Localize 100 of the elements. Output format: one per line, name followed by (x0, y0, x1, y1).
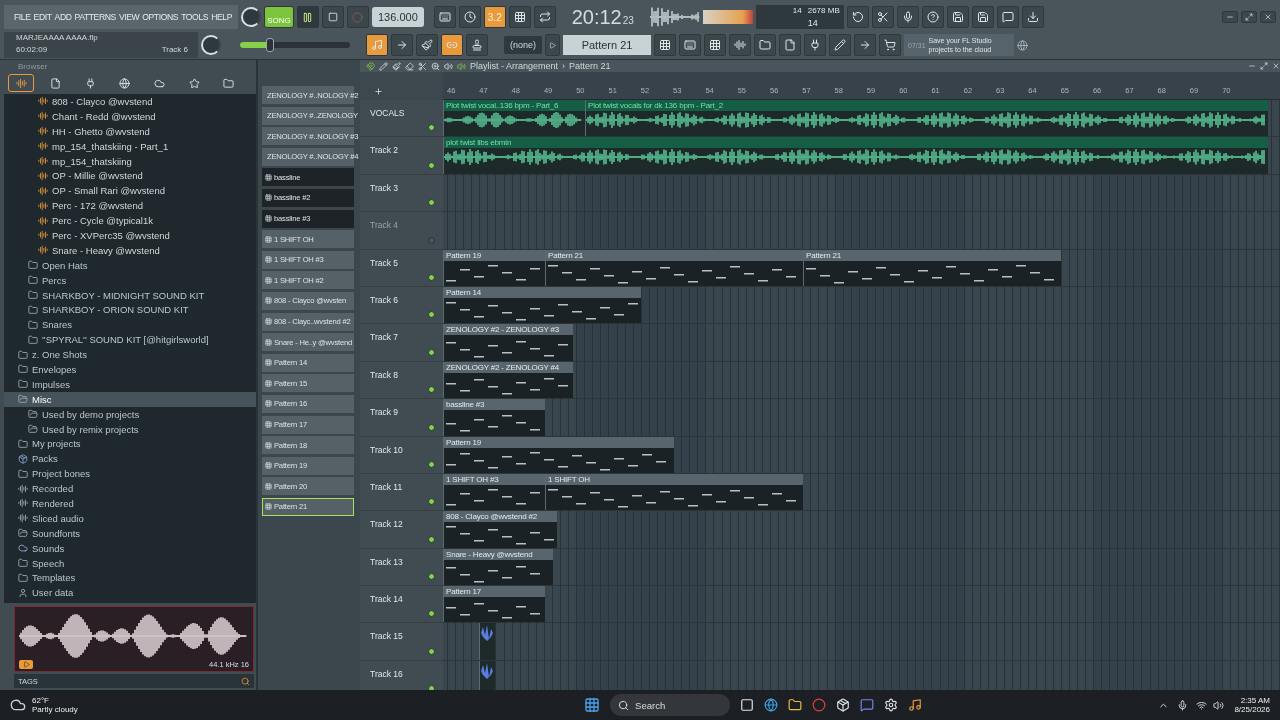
playlist-clip[interactable]: plot twist libs ebmin (443, 137, 1268, 174)
track-header[interactable]: Track 13 (360, 548, 443, 587)
browser-item[interactable]: Misc (4, 391, 256, 407)
track-header[interactable]: VOCALS (360, 100, 443, 138)
track-header[interactable]: Track 12 (360, 511, 443, 549)
browser-item[interactable]: mp_154_thatskiing - Part_1 (4, 138, 256, 154)
track-header[interactable]: Track 15 (360, 623, 443, 661)
toggle-button[interactable] (433, 6, 456, 28)
chat-button[interactable] (996, 6, 1019, 28)
browser-button[interactable] (754, 34, 776, 56)
browser-item[interactable]: My projects (4, 436, 256, 452)
menu-item[interactable]: HELP (211, 12, 232, 22)
browser-item[interactable]: Recorded (4, 481, 256, 497)
playlist-clip[interactable]: Pattern 21 (545, 249, 803, 286)
mute-led-icon[interactable] (428, 610, 435, 618)
track-header[interactable]: Track 4 (360, 212, 443, 250)
mute-led-icon[interactable] (428, 535, 435, 543)
mute-led-icon[interactable] (428, 124, 435, 132)
browser-item[interactable]: Snares (4, 317, 256, 333)
minimize-button[interactable] (1222, 11, 1238, 23)
browser-item[interactable]: User data (4, 585, 256, 601)
playlist-clip[interactable]: 1 SHIFT OH (545, 473, 803, 511)
toggle-button[interactable] (458, 6, 481, 28)
mute-led-icon[interactable] (428, 386, 435, 394)
snap-dropdown[interactable]: (none) (504, 36, 542, 54)
playlist-clip[interactable]: ZENOLOGY #2 - ZENOLOGY #3 (443, 324, 573, 361)
menu-item[interactable]: VIEW (118, 12, 140, 22)
tool-button[interactable] (466, 34, 488, 56)
track-header[interactable]: Track 14 (360, 586, 443, 624)
track-header[interactable]: Track 6 (360, 286, 443, 325)
browser-item[interactable]: Open Hats (4, 257, 256, 273)
playlist-clip[interactable] (479, 660, 495, 690)
save-button[interactable] (946, 6, 969, 28)
browser-item[interactable]: Used by remix projects (4, 421, 256, 437)
track-header[interactable]: Track 16 (360, 660, 443, 690)
mute-led-icon[interactable] (428, 647, 435, 655)
tool-button[interactable] (366, 34, 388, 56)
undo-button[interactable] (846, 6, 869, 28)
playlist-clip[interactable]: Plot twist vocal..136 bpm - Part_6 (443, 100, 585, 137)
menu-item[interactable]: OPTIONS (142, 12, 179, 22)
playlist-clip[interactable]: Pattern 19 (443, 249, 545, 286)
browser-item[interactable]: OP - Small Rari @wvstend (4, 183, 256, 199)
mute-led-icon[interactable] (428, 311, 435, 319)
knob-icon[interactable] (201, 35, 221, 55)
download-button[interactable] (1021, 6, 1044, 28)
browser-item[interactable]: Perc - 172 @wvstend (4, 198, 256, 214)
tool-button[interactable] (416, 34, 438, 56)
browser-item[interactable]: HH - Ghetto @wvstend (4, 123, 256, 139)
menu-item[interactable]: ADD (54, 12, 72, 22)
track-header[interactable]: Track 10 (360, 436, 443, 474)
previous-pattern-button[interactable] (545, 34, 560, 56)
browser-item[interactable]: Perc - Cycle @typical1k (4, 213, 256, 228)
browser-item[interactable]: Sliced audio (4, 510, 256, 526)
track-header[interactable]: Track 3 (360, 174, 443, 213)
playlist-button[interactable] (654, 34, 676, 56)
save-as-button[interactable] (971, 6, 994, 28)
browser-item[interactable]: SHARKBOY - MIDNIGHT SOUND KIT (4, 287, 256, 303)
track-header[interactable]: Track 7 (360, 324, 443, 362)
all-tab[interactable] (8, 74, 34, 92)
browser-item[interactable]: Snare - Heavy @wvstend (4, 242, 256, 258)
playlist-clip[interactable]: Snare - Heavy @wvstend (443, 548, 553, 586)
browser-item[interactable]: 808 - Clayco @wvstend (4, 94, 256, 109)
track-header[interactable]: Track 8 (360, 361, 443, 400)
track-header[interactable]: Track 5 (360, 249, 443, 287)
browser-item[interactable]: Used by demo projects (4, 406, 256, 422)
playlist-clip[interactable]: Pattern 21 (803, 249, 1061, 286)
mute-led-icon[interactable] (428, 573, 435, 581)
playlist-clip[interactable]: bassline #3 (443, 399, 545, 436)
playlist-clip[interactable]: Pattern 19 (443, 436, 674, 473)
browser-item[interactable]: SHARKBOY - ORION SOUND KIT (4, 302, 256, 318)
browser-item[interactable]: OP - Millie @wvstend (4, 168, 256, 184)
browser-item[interactable]: mp_154_thatskiing (4, 153, 256, 169)
piano-roll-button[interactable] (679, 34, 701, 56)
pointer-button[interactable] (854, 34, 876, 56)
browser-item[interactable]: Rendered (4, 496, 256, 511)
slider-thumb[interactable] (265, 38, 274, 52)
pattern-selector[interactable]: Pattern 21 (563, 35, 651, 55)
playlist-clip[interactable]: 1 SHIFT OH #3 (443, 473, 545, 511)
menu-item[interactable]: FILE (14, 12, 31, 22)
browser-item[interactable]: Sounds (4, 540, 256, 556)
browser-item[interactable]: Perc - XVPerc35 @wvstend (4, 228, 256, 243)
play-button[interactable] (297, 6, 319, 28)
menu-item[interactable]: PATTERNS (74, 12, 116, 22)
browser-item[interactable]: Impulses (4, 376, 256, 392)
mute-led-icon[interactable] (428, 460, 435, 468)
playlist-clip[interactable]: Pattern 14 (443, 286, 641, 324)
preview-play-button[interactable] (19, 660, 33, 669)
browser-item[interactable]: Envelopes (4, 362, 256, 377)
playlist-clip[interactable]: Plot twist vocals for dk 136 bpm - Part_2 (585, 100, 1268, 137)
stop-button[interactable] (322, 6, 344, 28)
knob-icon[interactable] (241, 7, 261, 27)
tool-button[interactable] (391, 34, 413, 56)
pencil-button[interactable] (829, 34, 851, 56)
mute-led-icon[interactable] (428, 199, 435, 207)
mute-led-icon[interactable] (428, 161, 435, 169)
track-header[interactable]: Track 11 (360, 473, 443, 512)
menu-item[interactable]: TOOLS (181, 12, 209, 22)
track-header[interactable]: Track 2 (360, 137, 443, 175)
close-button[interactable] (1260, 11, 1276, 23)
browser-item[interactable]: Project bones (4, 466, 256, 482)
